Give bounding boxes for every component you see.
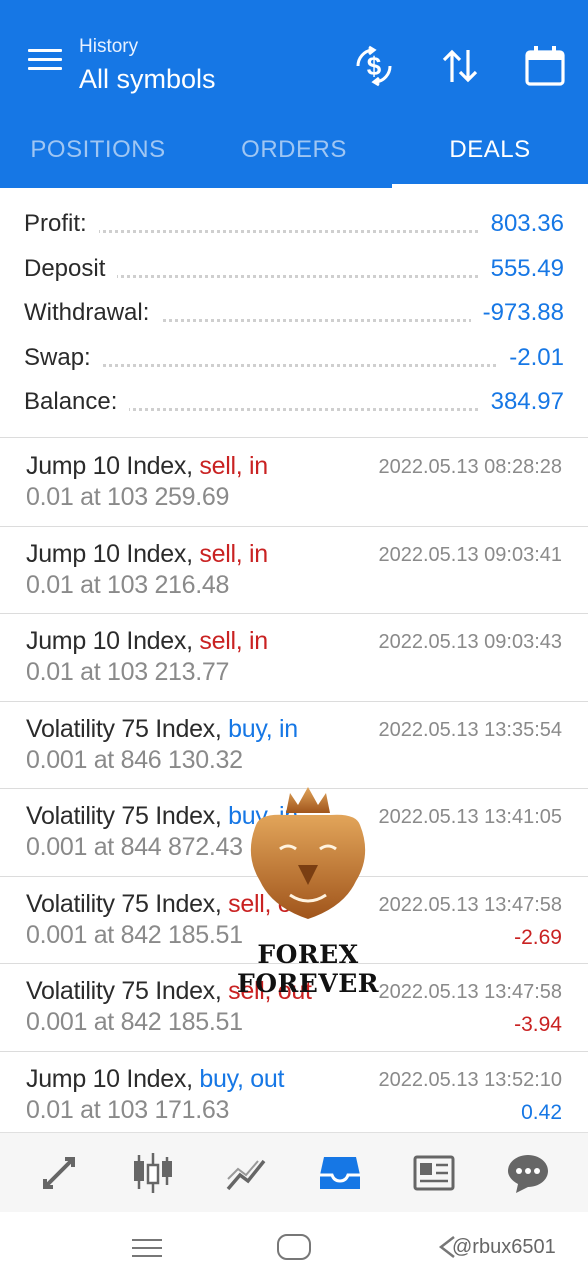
deal-symbol: Volatility 75 Index, buy, in bbox=[26, 715, 298, 744]
summary-value: 384.97 bbox=[478, 388, 564, 416]
tab-orders[interactable]: ORDERS bbox=[196, 108, 392, 188]
deal-time: 2022.05.13 13:47:58 bbox=[378, 893, 562, 916]
history-inbox-icon[interactable] bbox=[316, 1149, 364, 1197]
recent-apps-icon[interactable] bbox=[132, 1237, 162, 1259]
tab-positions[interactable]: POSITIONS bbox=[0, 108, 196, 188]
summary-label: Balance: bbox=[24, 388, 130, 416]
deal-row[interactable]: Jump 10 Index, sell, in 2022.05.13 09:03:… bbox=[0, 613, 588, 701]
summary-row-profit: Profit: 803.36 bbox=[0, 200, 588, 245]
deal-volume-price: 0.01 at 103 171.63 bbox=[26, 1095, 230, 1124]
deal-row[interactable]: Volatility 75 Index, sell, out 2022.05.13… bbox=[0, 963, 588, 1051]
calendar-icon[interactable] bbox=[523, 44, 567, 88]
svg-text:$: $ bbox=[367, 51, 382, 81]
summary-row-swap: Swap: -2.01 bbox=[0, 334, 588, 379]
quotes-arrows-icon[interactable] bbox=[35, 1149, 83, 1197]
summary-label: Withdrawal: bbox=[24, 299, 162, 327]
summary-value: -973.88 bbox=[470, 299, 564, 327]
deal-time: 2022.05.13 09:03:41 bbox=[378, 543, 562, 566]
candlestick-chart-icon[interactable] bbox=[129, 1149, 177, 1197]
deal-side: sell, out bbox=[228, 889, 312, 918]
deal-row[interactable]: Volatility 75 Index, sell, out 2022.05.13… bbox=[0, 876, 588, 964]
deal-side: buy, in bbox=[228, 802, 298, 830]
deal-symbol: Jump 10 Index, buy, out bbox=[26, 1065, 284, 1094]
deal-symbol: Volatility 75 Index, sell, out bbox=[26, 890, 312, 919]
summary-label: Profit: bbox=[24, 210, 99, 238]
summary-row-withdrawal: Withdrawal: -973.88 bbox=[0, 289, 588, 334]
deal-profit: -3.94 bbox=[514, 1013, 562, 1036]
deal-row[interactable]: Jump 10 Index, sell, in 2022.05.13 09:03:… bbox=[0, 526, 588, 614]
deal-side: sell, in bbox=[199, 539, 268, 568]
currency-exchange-icon[interactable]: $ bbox=[352, 44, 396, 88]
summary-label: Deposit bbox=[24, 254, 118, 283]
status-bar bbox=[0, 0, 588, 8]
deal-symbol: Jump 10 Index, sell, in bbox=[26, 627, 268, 656]
appbar-subtitle: History bbox=[79, 36, 139, 57]
home-button[interactable] bbox=[277, 1234, 311, 1260]
deal-volume-price: 0.001 at 842 185.51 bbox=[26, 920, 243, 949]
tab-bar: POSITIONS ORDERS DEALS bbox=[0, 108, 588, 188]
summary-row-deposit: Deposit 555.49 bbox=[0, 245, 588, 290]
deal-profit: 0.42 bbox=[521, 1100, 562, 1124]
summary-label: Swap: bbox=[24, 343, 103, 372]
deal-side: sell, in bbox=[199, 627, 268, 655]
summary-value: -2.01 bbox=[497, 343, 564, 372]
deal-row[interactable]: Volatility 75 Index, buy, in 2022.05.13 1… bbox=[0, 788, 588, 876]
deal-symbol: Volatility 75 Index, sell, out bbox=[26, 977, 312, 1006]
deal-time: 2022.05.13 08:28:28 bbox=[378, 456, 562, 478]
deal-symbol: Volatility 75 Index, buy, in bbox=[26, 802, 298, 831]
system-navigation-bar: @rbux6501 bbox=[0, 1212, 588, 1280]
deal-symbol-name: Volatility 75 Index, bbox=[26, 889, 222, 918]
deal-symbol-name: Volatility 75 Index, bbox=[26, 802, 222, 830]
account-summary: Profit: 803.36 Deposit 555.49 Withdrawal… bbox=[0, 200, 588, 423]
deal-side: sell, in bbox=[199, 452, 268, 480]
news-icon[interactable] bbox=[410, 1149, 458, 1197]
deal-volume-price: 0.001 at 844 872.43 bbox=[26, 833, 243, 861]
chat-icon[interactable] bbox=[504, 1149, 552, 1197]
deal-symbol-name: Jump 10 Index, bbox=[26, 539, 193, 568]
deal-side: sell, out bbox=[228, 977, 312, 1005]
deal-symbol-name: Jump 10 Index, bbox=[26, 1064, 193, 1093]
deal-profit: -2.69 bbox=[514, 925, 562, 949]
deal-symbol-name: Volatility 75 Index, bbox=[26, 977, 222, 1005]
tab-indicator bbox=[392, 184, 588, 188]
deal-time: 2022.05.13 13:52:10 bbox=[378, 1068, 562, 1091]
sort-icon[interactable] bbox=[438, 44, 482, 88]
deal-symbol-name: Volatility 75 Index, bbox=[26, 714, 222, 743]
deal-time: 2022.05.13 13:41:05 bbox=[378, 806, 562, 828]
deal-time: 2022.05.13 13:35:54 bbox=[378, 718, 562, 741]
summary-value: 803.36 bbox=[478, 210, 564, 238]
deal-row[interactable]: Jump 10 Index, buy, out 2022.05.13 13:52:… bbox=[0, 1051, 588, 1139]
deal-time: 2022.05.13 13:47:58 bbox=[378, 981, 562, 1003]
deal-side: buy, out bbox=[199, 1064, 285, 1093]
deal-volume-price: 0.01 at 103 213.77 bbox=[26, 658, 230, 686]
deal-side: buy, in bbox=[228, 714, 298, 743]
deal-symbol-name: Jump 10 Index, bbox=[26, 452, 193, 480]
deal-volume-price: 0.001 at 846 130.32 bbox=[26, 745, 243, 774]
summary-value: 555.49 bbox=[478, 254, 564, 283]
deal-symbol: Jump 10 Index, sell, in bbox=[26, 452, 268, 481]
deal-volume-price: 0.001 at 842 185.51 bbox=[26, 1008, 243, 1036]
deal-volume-price: 0.01 at 103 259.69 bbox=[26, 483, 230, 511]
dotted-leader bbox=[24, 363, 564, 367]
trade-chart-icon[interactable] bbox=[222, 1149, 270, 1197]
summary-row-balance: Balance: 384.97 bbox=[0, 378, 588, 423]
deal-symbol: Jump 10 Index, sell, in bbox=[26, 540, 268, 569]
app-bar: History All symbols $ bbox=[0, 8, 588, 108]
menu-icon[interactable] bbox=[28, 46, 62, 72]
deal-row[interactable]: Jump 10 Index, sell, in 2022.05.13 08:28:… bbox=[0, 438, 588, 526]
deal-symbol-name: Jump 10 Index, bbox=[26, 627, 193, 655]
appbar-title[interactable]: All symbols bbox=[79, 64, 216, 95]
bottom-navigation bbox=[0, 1132, 588, 1212]
watermark-handle: @rbux6501 bbox=[452, 1236, 556, 1258]
deal-row[interactable]: Volatility 75 Index, buy, in 2022.05.13 1… bbox=[0, 701, 588, 789]
deal-time: 2022.05.13 09:03:43 bbox=[378, 631, 562, 653]
deal-volume-price: 0.01 at 103 216.48 bbox=[26, 570, 230, 599]
tab-deals[interactable]: DEALS bbox=[392, 108, 588, 188]
